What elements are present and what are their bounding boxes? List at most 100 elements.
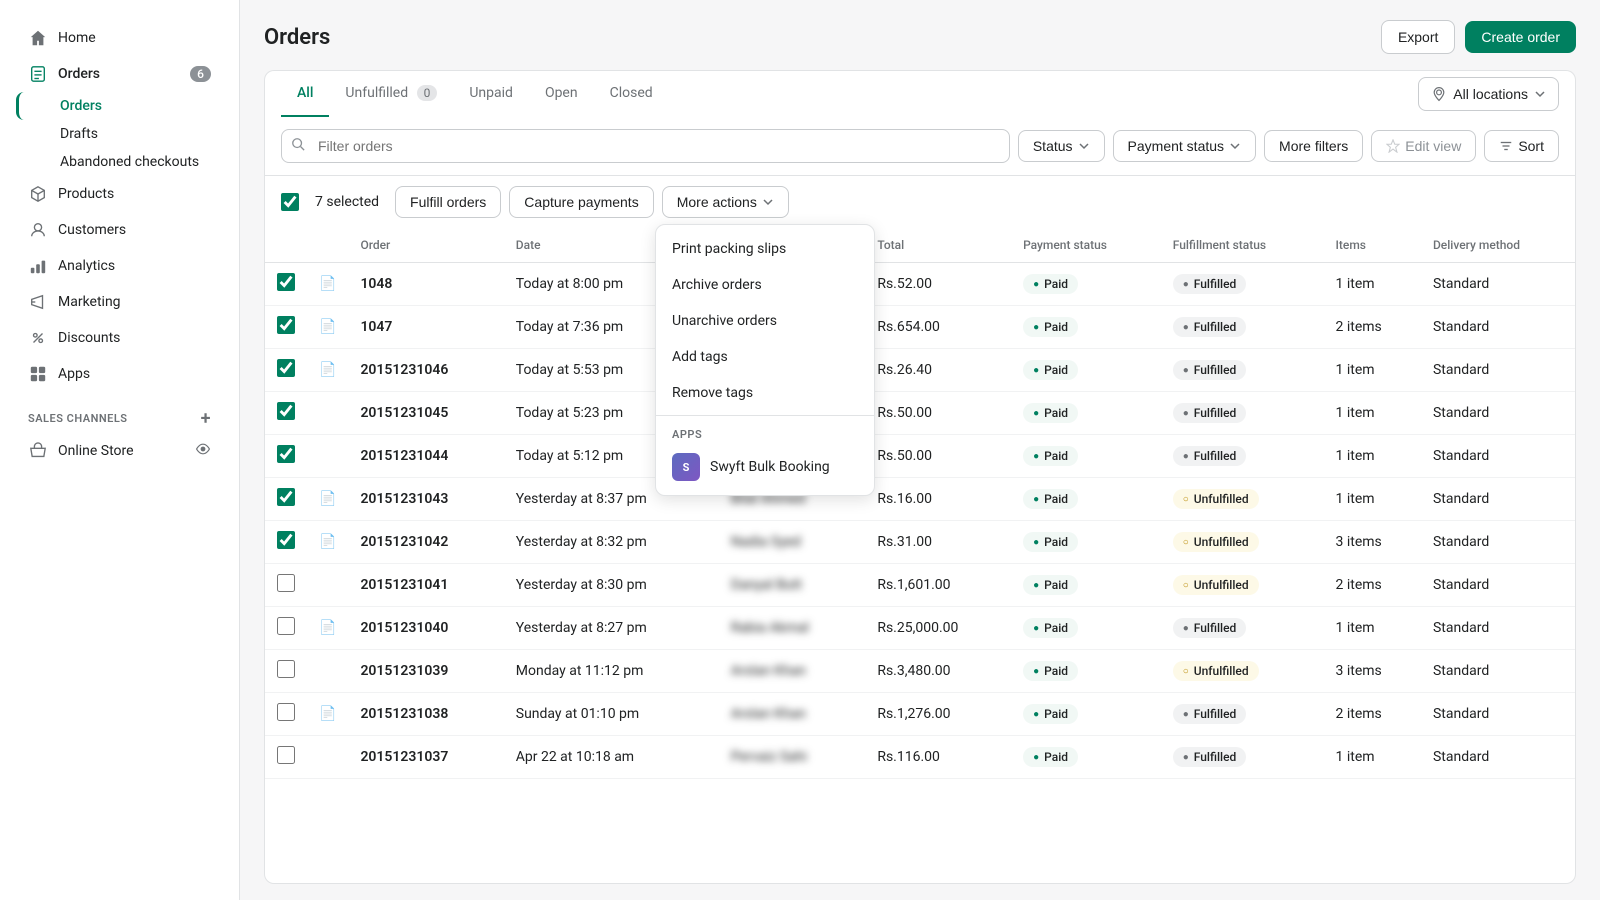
table-row: 📄 20151231046 Today at 5:53 pm Sara Khan… [265, 349, 1575, 392]
dropdown-item-add-tags[interactable]: Add tags [656, 339, 874, 375]
more-filters-button[interactable]: More filters [1264, 130, 1363, 162]
page-header: Orders Export Create order [240, 0, 1600, 54]
row-checkbox[interactable] [277, 273, 295, 291]
row-delivery-cell: Standard [1421, 478, 1575, 521]
capture-payments-button[interactable]: Capture payments [509, 186, 653, 218]
all-locations-button[interactable]: All locations [1418, 77, 1559, 111]
row-checkbox[interactable] [277, 316, 295, 334]
payment-status-filter-button[interactable]: Payment status [1113, 130, 1257, 162]
select-all-checkbox[interactable] [281, 193, 299, 211]
tab-unpaid[interactable]: Unpaid [453, 71, 529, 117]
header-actions: Export Create order [1381, 20, 1576, 54]
create-order-button[interactable]: Create order [1465, 21, 1576, 53]
tab-closed[interactable]: Closed [594, 71, 669, 117]
tab-open[interactable]: Open [529, 71, 594, 117]
edit-view-button[interactable]: Edit view [1371, 130, 1476, 162]
order-number[interactable]: 20151231040 [360, 620, 448, 636]
dropdown-item-swyft[interactable]: S Swyft Bulk Booking [656, 445, 874, 489]
row-checkbox[interactable] [277, 574, 295, 592]
row-checkbox[interactable] [277, 531, 295, 549]
order-items: 2 items [1336, 577, 1382, 593]
order-number[interactable]: 20151231041 [360, 577, 448, 593]
order-number[interactable]: 20151231038 [360, 706, 448, 722]
sidebar-analytics-label: Analytics [58, 258, 115, 274]
table-row: 20151231045 Today at 5:23 pm Usman Raza … [265, 392, 1575, 435]
sidebar-subitem-drafts[interactable]: Drafts [16, 120, 223, 148]
fulfill-orders-button[interactable]: Fulfill orders [395, 186, 501, 218]
sidebar-item-discounts[interactable]: Discounts [16, 320, 223, 356]
sidebar-item-marketing[interactable]: Marketing [16, 284, 223, 320]
more-actions-button[interactable]: More actions [662, 186, 789, 218]
order-total: Rs.16.00 [877, 491, 932, 507]
sidebar-item-products[interactable]: Products [16, 176, 223, 212]
sidebar-item-customers[interactable]: Customers [16, 212, 223, 248]
order-total: Rs.1,601.00 [877, 577, 950, 593]
sidebar-item-home[interactable]: Home [16, 20, 223, 56]
row-checkbox[interactable] [277, 746, 295, 764]
order-number[interactable]: 20151231037 [360, 749, 448, 765]
order-number[interactable]: 1048 [360, 276, 392, 292]
table-row: 📄 20151231043 Yesterday at 8:37 pm Bilal… [265, 478, 1575, 521]
status-filter-label: Status [1033, 138, 1073, 154]
order-date: Yesterday at 8:30 pm [516, 577, 647, 593]
sidebar-item-apps[interactable]: Apps [16, 356, 223, 392]
sidebar-subitem-orders[interactable]: Orders [16, 92, 223, 120]
col-delivery: Delivery method [1421, 228, 1575, 263]
table-row: 20151231044 Today at 5:12 pm Aisha Butt … [265, 435, 1575, 478]
row-checkbox[interactable] [277, 445, 295, 463]
order-number[interactable]: 20151231044 [360, 448, 448, 464]
add-sales-channel-button[interactable]: + [201, 408, 211, 429]
more-filters-label: More filters [1279, 138, 1348, 154]
sidebar-subitem-abandoned[interactable]: Abandoned checkouts [16, 148, 223, 176]
row-payment-cell: Paid [1011, 435, 1161, 478]
row-checkbox-cell [265, 435, 307, 478]
row-items-cell: 1 item [1324, 349, 1421, 392]
sidebar-item-online-store[interactable]: Online Store [16, 433, 223, 469]
dropdown-item-remove-tags[interactable]: Remove tags [656, 375, 874, 411]
tab-all[interactable]: All [281, 71, 329, 117]
row-order-cell: 20151231046 [348, 349, 503, 392]
tab-unfulfilled[interactable]: Unfulfilled 0 [329, 71, 453, 117]
dropdown-item-archive[interactable]: Archive orders [656, 267, 874, 303]
order-date: Today at 5:53 pm [516, 362, 623, 378]
order-number[interactable]: 20151231046 [360, 362, 448, 378]
row-total-cell: Rs.116.00 [865, 736, 1011, 779]
row-checkbox[interactable] [277, 703, 295, 721]
order-number[interactable]: 20151231042 [360, 534, 448, 550]
order-number[interactable]: 1047 [360, 319, 392, 335]
dropdown-item-unarchive[interactable]: Unarchive orders [656, 303, 874, 339]
payment-status-label: Payment status [1128, 138, 1225, 154]
table-row: 📄 1048 Today at 8:00 pm Fatima Ali Rs.52… [265, 263, 1575, 306]
row-checkbox[interactable] [277, 359, 295, 377]
doc-icon: 📄 [319, 706, 336, 722]
order-number[interactable]: 20151231045 [360, 405, 448, 421]
row-checkbox[interactable] [277, 617, 295, 635]
sidebar-orders-label: Orders [58, 66, 100, 82]
row-total-cell: Rs.3,480.00 [865, 650, 1011, 693]
payment-status-badge: Paid [1023, 360, 1078, 380]
sidebar-online-store-label: Online Store [58, 443, 134, 459]
row-order-cell: 1047 [348, 306, 503, 349]
tabs-list: All Unfulfilled 0 Unpaid Open Closed [281, 71, 669, 117]
row-checkbox[interactable] [277, 660, 295, 678]
export-button[interactable]: Export [1381, 20, 1455, 54]
orders-table-wrap: Order Date Customer Total Payment status… [264, 228, 1576, 884]
search-input[interactable] [281, 129, 1010, 163]
sidebar-item-analytics[interactable]: Analytics [16, 248, 223, 284]
row-total-cell: Rs.26.40 [865, 349, 1011, 392]
order-number[interactable]: 20151231043 [360, 491, 448, 507]
order-number[interactable]: 20151231039 [360, 663, 448, 679]
row-checkbox-cell [265, 607, 307, 650]
row-items-cell: 1 item [1324, 736, 1421, 779]
orders-badge: 6 [190, 66, 211, 82]
sidebar-item-orders[interactable]: Orders 6 [16, 56, 223, 92]
order-date: Today at 5:23 pm [516, 405, 623, 421]
row-fulfillment-cell: Unfulfilled [1161, 564, 1324, 607]
sort-button[interactable]: Sort [1484, 130, 1559, 162]
status-filter-button[interactable]: Status [1018, 130, 1105, 162]
dropdown-item-print[interactable]: Print packing slips [656, 231, 874, 267]
row-checkbox[interactable] [277, 488, 295, 506]
order-customer: Danyal Butt [731, 577, 802, 593]
sort-label: Sort [1518, 138, 1544, 154]
row-checkbox[interactable] [277, 402, 295, 420]
